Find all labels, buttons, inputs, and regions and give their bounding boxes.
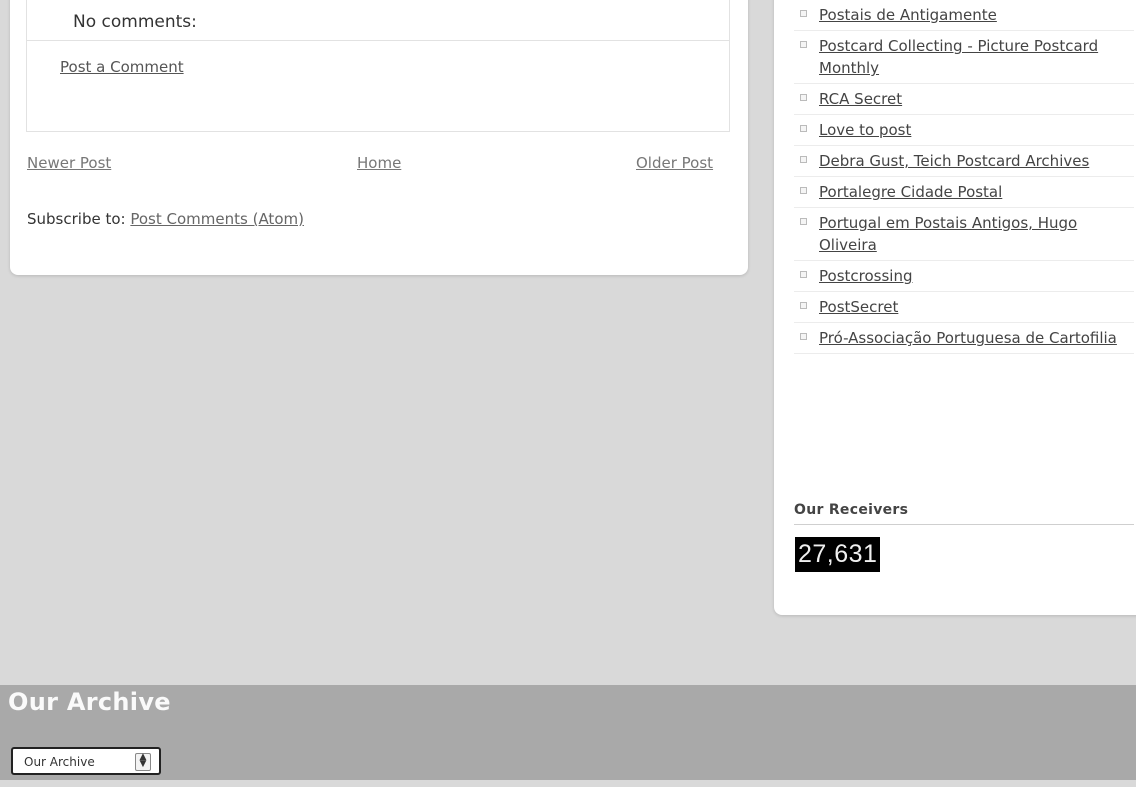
blog-link-item: Portalegre Cidade Postal xyxy=(794,177,1134,208)
blog-link[interactable]: Pró-Associação Portuguesa de Cartofilia xyxy=(819,329,1117,347)
archive-select[interactable]: Our Archive ▲ ▼ xyxy=(11,747,161,775)
blog-link[interactable]: Postcrossing xyxy=(819,267,912,285)
blog-link-item: Debra Gust, Teich Postcard Archives xyxy=(794,146,1134,177)
older-post-link[interactable]: Older Post xyxy=(636,154,713,172)
blog-link-item: Love to post xyxy=(794,115,1134,146)
blog-link[interactable]: Portugal em Postais Antigos, Hugo Olivei… xyxy=(819,214,1077,254)
comments-header: No comments: xyxy=(73,12,197,32)
archive-section: Our Archive Our Archive ▲ ▼ xyxy=(0,685,1136,780)
blog-link-item: RCA Secret xyxy=(794,84,1134,115)
subscribe-atom-link[interactable]: Post Comments (Atom) xyxy=(130,210,304,228)
select-arrows-icon: ▲ ▼ xyxy=(135,753,151,771)
archive-select-value: Our Archive xyxy=(24,755,95,769)
post-footer-card: No comments: Post a Comment Newer Post H… xyxy=(10,0,748,275)
square-bullet-icon xyxy=(800,94,807,101)
blog-link-item: Postcard Collecting - Picture Postcard M… xyxy=(794,31,1134,84)
square-bullet-icon xyxy=(800,302,807,309)
blog-link-item: Postcrossing xyxy=(794,261,1134,292)
subscribe-line: Subscribe to: Post Comments (Atom) xyxy=(27,210,304,228)
blog-link-item: Portugal em Postais Antigos, Hugo Olivei… xyxy=(794,208,1134,261)
blog-link[interactable]: Portalegre Cidade Postal xyxy=(819,183,1002,201)
square-bullet-icon xyxy=(800,156,807,163)
archive-title: Our Archive xyxy=(8,688,171,716)
subscribe-label: Subscribe to: xyxy=(27,210,131,228)
receivers-counter: 27,631 xyxy=(795,537,881,572)
comments-section: No comments: Post a Comment xyxy=(26,0,730,132)
square-bullet-icon xyxy=(800,187,807,194)
post-comment-link[interactable]: Post a Comment xyxy=(60,58,184,76)
square-bullet-icon xyxy=(800,333,807,340)
square-bullet-icon xyxy=(800,10,807,17)
blog-link[interactable]: Love to post xyxy=(819,121,911,139)
blog-link-item: PostSecret xyxy=(794,292,1134,323)
blog-link[interactable]: Postais de Antigamente xyxy=(819,6,997,24)
square-bullet-icon xyxy=(800,218,807,225)
newer-post-link[interactable]: Newer Post xyxy=(27,154,111,172)
receivers-title: Our Receivers xyxy=(794,502,1134,525)
blog-link-item: Pró-Associação Portuguesa de Cartofilia xyxy=(794,323,1134,354)
square-bullet-icon xyxy=(800,41,807,48)
sidebar: Postais de Antigamente Postcard Collectin… xyxy=(774,0,1136,615)
blog-link[interactable]: PostSecret xyxy=(819,298,898,316)
blog-link[interactable]: RCA Secret xyxy=(819,90,902,108)
blog-link[interactable]: Postcard Collecting - Picture Postcard M… xyxy=(819,37,1098,77)
square-bullet-icon xyxy=(800,271,807,278)
blog-link[interactable]: Debra Gust, Teich Postcard Archives xyxy=(819,152,1089,170)
blog-link-item: Postais de Antigamente xyxy=(794,0,1134,31)
home-link[interactable]: Home xyxy=(357,154,401,172)
bottom-strip xyxy=(0,780,1136,787)
square-bullet-icon xyxy=(800,125,807,132)
comments-divider xyxy=(27,40,729,41)
blog-links-list: Postais de Antigamente Postcard Collectin… xyxy=(794,0,1134,354)
